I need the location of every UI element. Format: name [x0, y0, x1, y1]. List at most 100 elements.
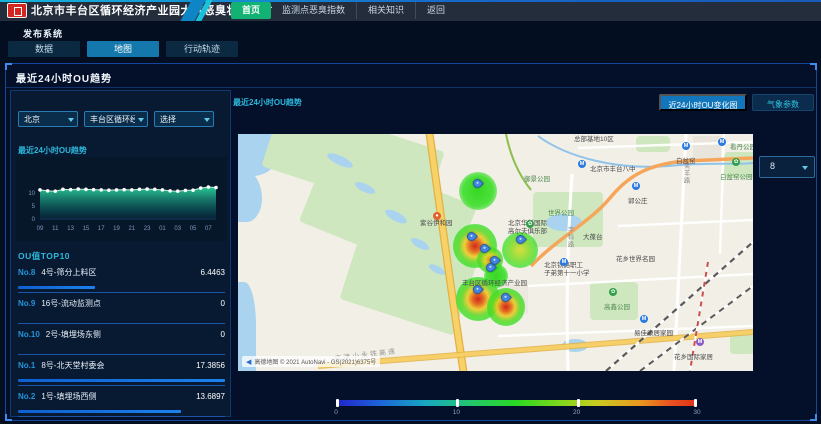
ou-change-chart-button[interactable]: 近24小时OU变化图 [659, 94, 747, 111]
app-logo-icon [7, 3, 27, 18]
map-poi-label: 花乡世界名园 [616, 256, 655, 263]
weather-params-button[interactable]: 气象参数 [752, 94, 814, 111]
svg-text:21: 21 [128, 226, 135, 232]
map-poi-label: 高尔夫俱乐部 [508, 228, 547, 235]
map-poi-label: 世界公园 [548, 210, 574, 217]
rank-site-label: 4号-筛分上料区 [41, 268, 96, 277]
ranking-row: No.8 4号-筛分上料区 6.4463 [18, 262, 225, 293]
main-panel: 最近24小时OU趋势 北京丰台区循环经济产选择 最近24小时OU趋势 05100… [5, 63, 817, 421]
main-nav: 首页监测点恶臭指数相关知识返回 [231, 2, 456, 19]
rank-number: No.9 [18, 299, 35, 308]
rank-site-label: 2号-填埋场东侧 [46, 330, 101, 339]
rank-site-label: 8号-北天堂村委会 [41, 361, 104, 370]
divider [6, 87, 816, 88]
publish-tab[interactable]: 数据 [8, 41, 80, 57]
panel-corner [810, 414, 817, 421]
map-poi-label: 丰台区循环经济产业园 [462, 280, 527, 287]
svg-text:10: 10 [28, 191, 35, 197]
map-poi-label: 北京市丰台八中 [590, 166, 636, 173]
svg-text:01: 01 [159, 226, 166, 232]
scale-tick-mark [456, 399, 459, 407]
ranking-row: No.916号-流动监测点0 [18, 293, 225, 324]
scale-tick-label: 10 [453, 409, 460, 416]
map-poi-icon: ● [433, 212, 441, 220]
map-poi-icon: M [640, 315, 648, 323]
rank-value: 0 [221, 299, 225, 308]
rank-number: No.1 [18, 361, 35, 370]
rank-number: No.2 [18, 392, 35, 401]
ranking-title: OU值TOP10 [18, 250, 70, 262]
rank-progress-bar [18, 286, 95, 289]
publish-tab[interactable]: 地图 [87, 41, 159, 57]
map-poi-label: 看丹公园 [730, 144, 753, 151]
nav-tab[interactable]: 首页 [231, 2, 271, 19]
map-canvas[interactable]: 御景公园看丹公园总部基地10区北京市丰台八中郭公庄白盆窑白盆窑公园世界公园大葆台… [238, 134, 753, 371]
publish-tab[interactable]: 行动轨迹 [166, 41, 238, 57]
nav-tab[interactable]: 监测点恶臭指数 [271, 2, 356, 19]
rank-progress-bar [18, 410, 181, 413]
map-poi-label: 丰科路 [566, 226, 573, 249]
rank-value: 13.6897 [196, 392, 225, 401]
filter-dropdown[interactable]: 丰台区循环经济产 [84, 111, 148, 127]
chevron-down-icon [138, 118, 144, 122]
map-section-title: 最近24小时OU趋势 [233, 97, 302, 108]
scale-tick-mark [336, 399, 339, 407]
rank-number: No.8 [18, 268, 35, 277]
rank-value: 6.4463 [201, 268, 225, 277]
svg-text:09: 09 [37, 226, 44, 232]
chevron-down-icon [204, 118, 210, 122]
map-attribution: ◀ 高德地图 © 2021 AutoNavi - GS(2021)6375号 [242, 356, 380, 367]
map-poi-label: 樊羊路 [682, 162, 689, 185]
panel-corner [5, 63, 12, 70]
hour-select-dropdown[interactable]: 8 [759, 156, 815, 178]
svg-text:07: 07 [205, 226, 212, 232]
filter-value: 北京 [24, 114, 40, 125]
map-poi-icon: M [560, 258, 568, 266]
ranking-row: No.2 1号-填埋场西侧 13.6897 [18, 386, 225, 417]
map-poi-icon: M [632, 182, 640, 190]
nav-tab[interactable]: 相关知识 [356, 2, 415, 19]
map-poi-label: 高鑫公园 [604, 304, 630, 311]
top-header-bar: 北京市丰台区循环经济产业园大气恶臭状况实时 首页监测点恶臭指数相关知识返回 [0, 0, 821, 21]
ranking-list: No.84号-筛分上料区6.4463No.916号-流动监测点0No.102号-… [18, 262, 225, 417]
svg-text:05: 05 [190, 226, 197, 232]
map-poi-label: 大葆台 [583, 234, 603, 241]
map-poi-label: 子弟第十一小学 [544, 270, 590, 277]
panel-corner [810, 63, 817, 70]
map-poi-icon: M [578, 160, 586, 168]
rank-value: 17.3856 [196, 361, 225, 370]
amap-logo-icon: ◀ [246, 358, 251, 366]
map-poi-icon: M [718, 138, 726, 146]
filter-value: 选择 [160, 114, 176, 125]
nav-tab[interactable]: 返回 [415, 2, 456, 19]
map-poi-label: 易佳康居家园 [634, 330, 673, 337]
scale-tick-mark [577, 399, 580, 407]
svg-text:03: 03 [174, 226, 181, 232]
map-poi-label: 郭公庄 [628, 198, 648, 205]
rank-site-label: 1号-填埋场西侧 [41, 392, 96, 401]
scale-tick-label: 30 [693, 409, 700, 416]
ranking-row: No.1 8号-北天堂村委会 17.3856 [18, 355, 225, 386]
chevron-down-icon [802, 166, 808, 170]
rank-number: No.10 [18, 330, 40, 339]
ranking-row: No.102号-填埋场东侧0 [18, 324, 225, 355]
svg-text:0: 0 [32, 217, 36, 223]
panel-title: 最近24小时OU趋势 [16, 70, 112, 85]
scale-tick-mark [694, 399, 697, 407]
map-poi-icon: M [696, 338, 704, 346]
svg-text:13: 13 [67, 226, 74, 232]
map-poi-label: 白盆窑公园 [720, 174, 753, 181]
svg-text:17: 17 [98, 226, 105, 232]
filter-dropdown[interactable]: 北京 [18, 111, 78, 127]
map-poi-icon: ✿ [609, 288, 617, 296]
filter-row: 北京 丰台区循环经济产 选择 [18, 111, 214, 127]
scale-tick-label: 0 [334, 409, 338, 416]
map-poi-label: 花乡国际家居 [674, 354, 713, 361]
svg-text:5: 5 [32, 204, 36, 210]
svg-text:19: 19 [113, 226, 120, 232]
svg-text:23: 23 [144, 226, 151, 232]
map-poi-icon: M [682, 142, 690, 150]
sidebar: 北京丰台区循环经济产选择 最近24小时OU趋势 0510091113151719… [10, 90, 231, 417]
filter-dropdown[interactable]: 选择 [154, 111, 214, 127]
map-poi-icon: ✿ [732, 158, 740, 166]
